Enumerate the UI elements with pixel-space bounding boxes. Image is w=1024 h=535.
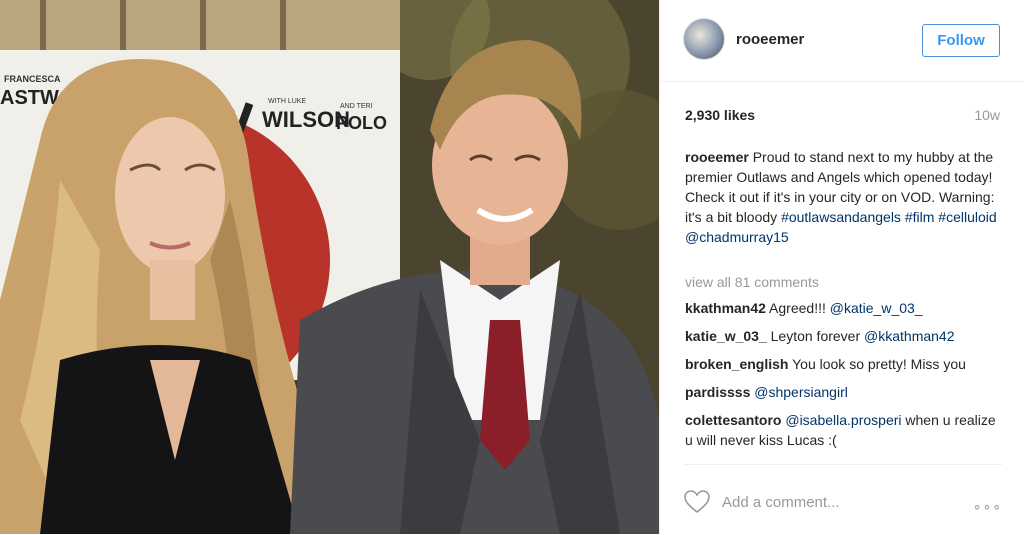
poster-name3: POLO — [336, 113, 387, 133]
more-options-icon[interactable]: ∘∘∘ — [973, 498, 1002, 515]
comment-item: katie_w_03_ Leyton forever @kkathman42 — [685, 326, 1005, 346]
comment-text: Leyton forever — [766, 328, 865, 344]
comment-username[interactable]: kkathman42 — [685, 300, 766, 316]
comment-text: Agreed!!! — [765, 300, 830, 316]
poster-and: AND TERI — [340, 103, 373, 110]
comment-mention[interactable]: @katie_w_03_ — [830, 300, 923, 316]
comment-text: You look so pretty! Miss you — [788, 356, 966, 372]
caption-username[interactable]: rooeemer — [685, 149, 749, 165]
comment-mention[interactable]: @shpersiangirl — [754, 384, 848, 400]
view-all-comments-link[interactable]: view all 81 comments — [685, 274, 819, 290]
comment-username[interactable]: colettesantoro — [685, 412, 781, 428]
caption-hashtag[interactable]: #film — [905, 209, 935, 225]
likes-count[interactable]: 2,930 likes — [685, 107, 755, 123]
photo-illustration: FRANCESCA ASTWO ER WITH LUKE WILSON AND … — [0, 0, 659, 534]
poster-name1-top: FRANCESCA — [4, 74, 61, 84]
caption-mention[interactable]: @chadmurray15 — [685, 229, 789, 245]
caption-hashtag[interactable]: #outlawsandangels — [781, 209, 901, 225]
poster-with: WITH LUKE — [268, 98, 306, 105]
post-header: rooeemer Follow — [660, 0, 1024, 82]
post-photo[interactable]: FRANCESCA ASTWO ER WITH LUKE WILSON AND … — [0, 0, 659, 534]
comment-list: kkathman42 Agreed!!! @katie_w_03_ katie_… — [685, 298, 1005, 464]
comment-item: kkathman42 Agreed!!! @katie_w_03_ — [685, 298, 1005, 318]
comment-username[interactable]: katie_w_03_ — [685, 328, 767, 344]
comment-item: pardissss @shpersiangirl — [685, 382, 1005, 402]
comment-item: colettesantoro @isabella.prosperi when u… — [685, 410, 1005, 450]
comment-item: broken_english You look so pretty! Miss … — [685, 354, 1005, 374]
add-comment-input[interactable]: Add a comment... — [722, 494, 840, 511]
comment-mention[interactable]: @kkathman42 — [864, 328, 954, 344]
comment-footer: Add a comment... ∘∘∘ — [684, 464, 1002, 535]
comment-username[interactable]: pardissss — [685, 384, 750, 400]
heart-icon[interactable] — [684, 490, 710, 519]
follow-button[interactable]: Follow — [922, 24, 1000, 57]
username[interactable]: rooeemer — [736, 31, 804, 48]
caption-hashtag[interactable]: #celluloid — [938, 209, 996, 225]
post-caption: rooeemer Proud to stand next to my hubby… — [685, 147, 1005, 247]
comment-username[interactable]: broken_english — [685, 356, 788, 372]
post-time[interactable]: 10w — [974, 107, 1000, 123]
avatar[interactable] — [683, 18, 725, 60]
post-side-panel: rooeemer Follow 2,930 likes 10w rooeemer… — [659, 0, 1024, 534]
comment-mention[interactable]: @isabella.prosperi — [785, 412, 901, 428]
